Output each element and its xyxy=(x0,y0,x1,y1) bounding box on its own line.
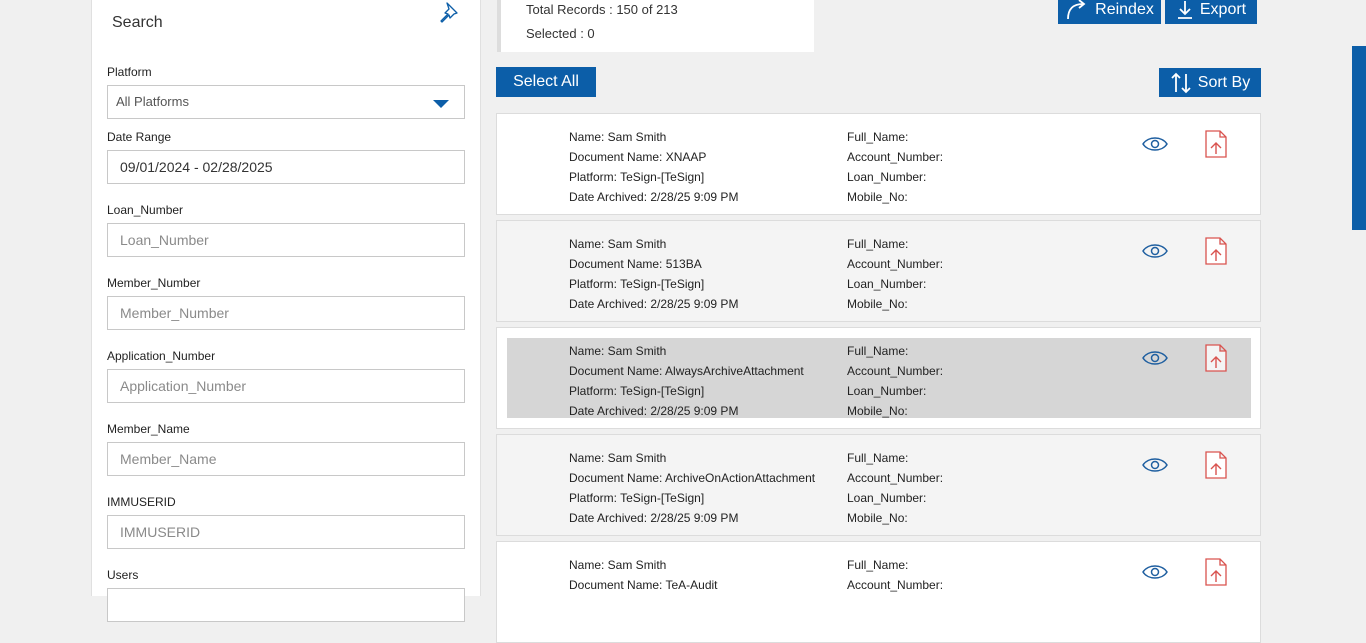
member-number-input[interactable] xyxy=(120,297,464,329)
member-name-field xyxy=(107,442,465,476)
record-date: Date Archived: 2/28/25 9:09 PM xyxy=(569,297,739,311)
record-card-selected[interactable]: Name: Sam Smith Document Name: AlwaysArc… xyxy=(496,327,1261,429)
loan-number-label: Loan_Number xyxy=(107,203,184,217)
reindex-icon xyxy=(1067,0,1086,20)
reindex-button[interactable]: Reindex xyxy=(1058,0,1161,24)
record-loan: Loan_Number: xyxy=(847,277,927,291)
record-card[interactable]: Name: Sam Smith Document Name: XNAAP Pla… xyxy=(496,113,1261,215)
sort-icon xyxy=(1171,72,1191,93)
record-document: Document Name: AlwaysArchiveAttachment xyxy=(569,364,804,378)
record-card[interactable]: Name: Sam Smith Document Name: ArchiveOn… xyxy=(496,434,1261,536)
download-icon xyxy=(1177,1,1192,19)
sort-by-label: Sort By xyxy=(1197,73,1251,91)
member-number-label: Member_Number xyxy=(107,276,201,290)
application-number-field xyxy=(107,369,465,403)
reindex-label: Reindex xyxy=(1095,1,1154,18)
record-mobile: Mobile_No: xyxy=(847,511,908,525)
select-all-button[interactable]: Select All xyxy=(496,67,596,97)
chevron-down-icon xyxy=(433,100,449,108)
record-name: Name: Sam Smith xyxy=(569,344,667,358)
record-date: Date Archived: 2/28/25 9:09 PM xyxy=(569,404,739,418)
pdf-icon[interactable] xyxy=(1205,344,1227,372)
record-card[interactable]: Name: Sam Smith Document Name: TeA-Audit… xyxy=(496,541,1261,643)
record-document: Document Name: 513BA xyxy=(569,257,702,271)
record-loan: Loan_Number: xyxy=(847,170,927,184)
record-name: Name: Sam Smith xyxy=(569,558,667,572)
export-label: Export xyxy=(1199,1,1247,18)
selected-count: Selected : 0 xyxy=(526,26,595,41)
record-platform: Platform: TeSign-[TeSign] xyxy=(569,491,705,505)
eye-icon[interactable] xyxy=(1142,243,1168,259)
records-summary: Total Records : 150 of 213 Selected : 0 xyxy=(497,0,814,52)
eye-icon[interactable] xyxy=(1142,350,1168,366)
date-range-value: 09/01/2024 - 02/28/2025 xyxy=(120,159,273,175)
pdf-icon[interactable] xyxy=(1205,237,1227,265)
record-full-name: Full_Name: xyxy=(847,451,909,465)
select-all-label: Select All xyxy=(513,73,579,90)
record-loan: Loan_Number: xyxy=(847,384,927,398)
export-button[interactable]: Export xyxy=(1165,0,1257,24)
pin-icon[interactable] xyxy=(438,0,462,26)
immuserid-label: IMMUSERID xyxy=(107,495,176,509)
record-account: Account_Number: xyxy=(847,150,944,164)
sort-by-button[interactable]: Sort By xyxy=(1159,68,1261,97)
platform-select[interactable]: All Platforms xyxy=(107,85,465,119)
record-mobile: Mobile_No: xyxy=(847,297,908,311)
platform-select-value: All Platforms xyxy=(116,94,189,109)
eye-icon[interactable] xyxy=(1142,564,1168,580)
pdf-icon[interactable] xyxy=(1205,130,1227,158)
record-name: Name: Sam Smith xyxy=(569,237,667,251)
record-date: Date Archived: 2/28/25 9:09 PM xyxy=(569,511,739,525)
record-account: Account_Number: xyxy=(847,257,944,271)
users-field[interactable] xyxy=(107,588,465,622)
record-full-name: Full_Name: xyxy=(847,237,909,251)
member-name-label: Member_Name xyxy=(107,422,190,436)
record-document: Document Name: XNAAP xyxy=(569,150,707,164)
record-document: Document Name: TeA-Audit xyxy=(569,578,718,592)
eye-icon[interactable] xyxy=(1142,136,1168,152)
record-full-name: Full_Name: xyxy=(847,344,909,358)
immuserid-field xyxy=(107,515,465,549)
loan-number-field xyxy=(107,223,465,257)
record-card[interactable]: Name: Sam Smith Document Name: 513BA Pla… xyxy=(496,220,1261,322)
application-number-label: Application_Number xyxy=(107,349,216,363)
platform-label: Platform xyxy=(107,65,152,79)
record-platform: Platform: TeSign-[TeSign] xyxy=(569,384,705,398)
record-full-name: Full_Name: xyxy=(847,558,909,572)
member-name-input[interactable] xyxy=(120,443,464,475)
total-records: Total Records : 150 of 213 xyxy=(526,2,678,17)
eye-icon[interactable] xyxy=(1142,457,1168,473)
record-platform: Platform: TeSign-[TeSign] xyxy=(569,170,705,184)
date-range-label: Date Range xyxy=(107,130,172,144)
search-panel: Search Platform All Platforms Date Range… xyxy=(91,0,481,622)
record-account: Account_Number: xyxy=(847,471,944,485)
loan-number-input[interactable] xyxy=(120,224,464,256)
record-date: Date Archived: 2/28/25 9:09 PM xyxy=(569,190,739,204)
record-loan: Loan_Number: xyxy=(847,491,927,505)
record-name: Name: Sam Smith xyxy=(569,451,667,465)
record-document: Document Name: ArchiveOnActionAttachment xyxy=(569,471,816,485)
application-number-input[interactable] xyxy=(120,370,464,402)
pdf-icon[interactable] xyxy=(1205,558,1227,586)
record-account: Account_Number: xyxy=(847,364,944,378)
search-title: Search xyxy=(112,14,163,31)
pdf-icon[interactable] xyxy=(1205,451,1227,479)
users-label: Users xyxy=(107,568,139,582)
date-range-field[interactable]: 09/01/2024 - 02/28/2025 xyxy=(107,150,465,184)
member-number-field xyxy=(107,296,465,330)
immuserid-input[interactable] xyxy=(120,516,464,548)
side-scroll-tab[interactable] xyxy=(1352,46,1366,230)
record-mobile: Mobile_No: xyxy=(847,404,908,418)
record-platform: Platform: TeSign-[TeSign] xyxy=(569,277,705,291)
record-name: Name: Sam Smith xyxy=(569,130,667,144)
record-mobile: Mobile_No: xyxy=(847,190,908,204)
record-account: Account_Number: xyxy=(847,578,944,592)
record-full-name: Full_Name: xyxy=(847,130,909,144)
